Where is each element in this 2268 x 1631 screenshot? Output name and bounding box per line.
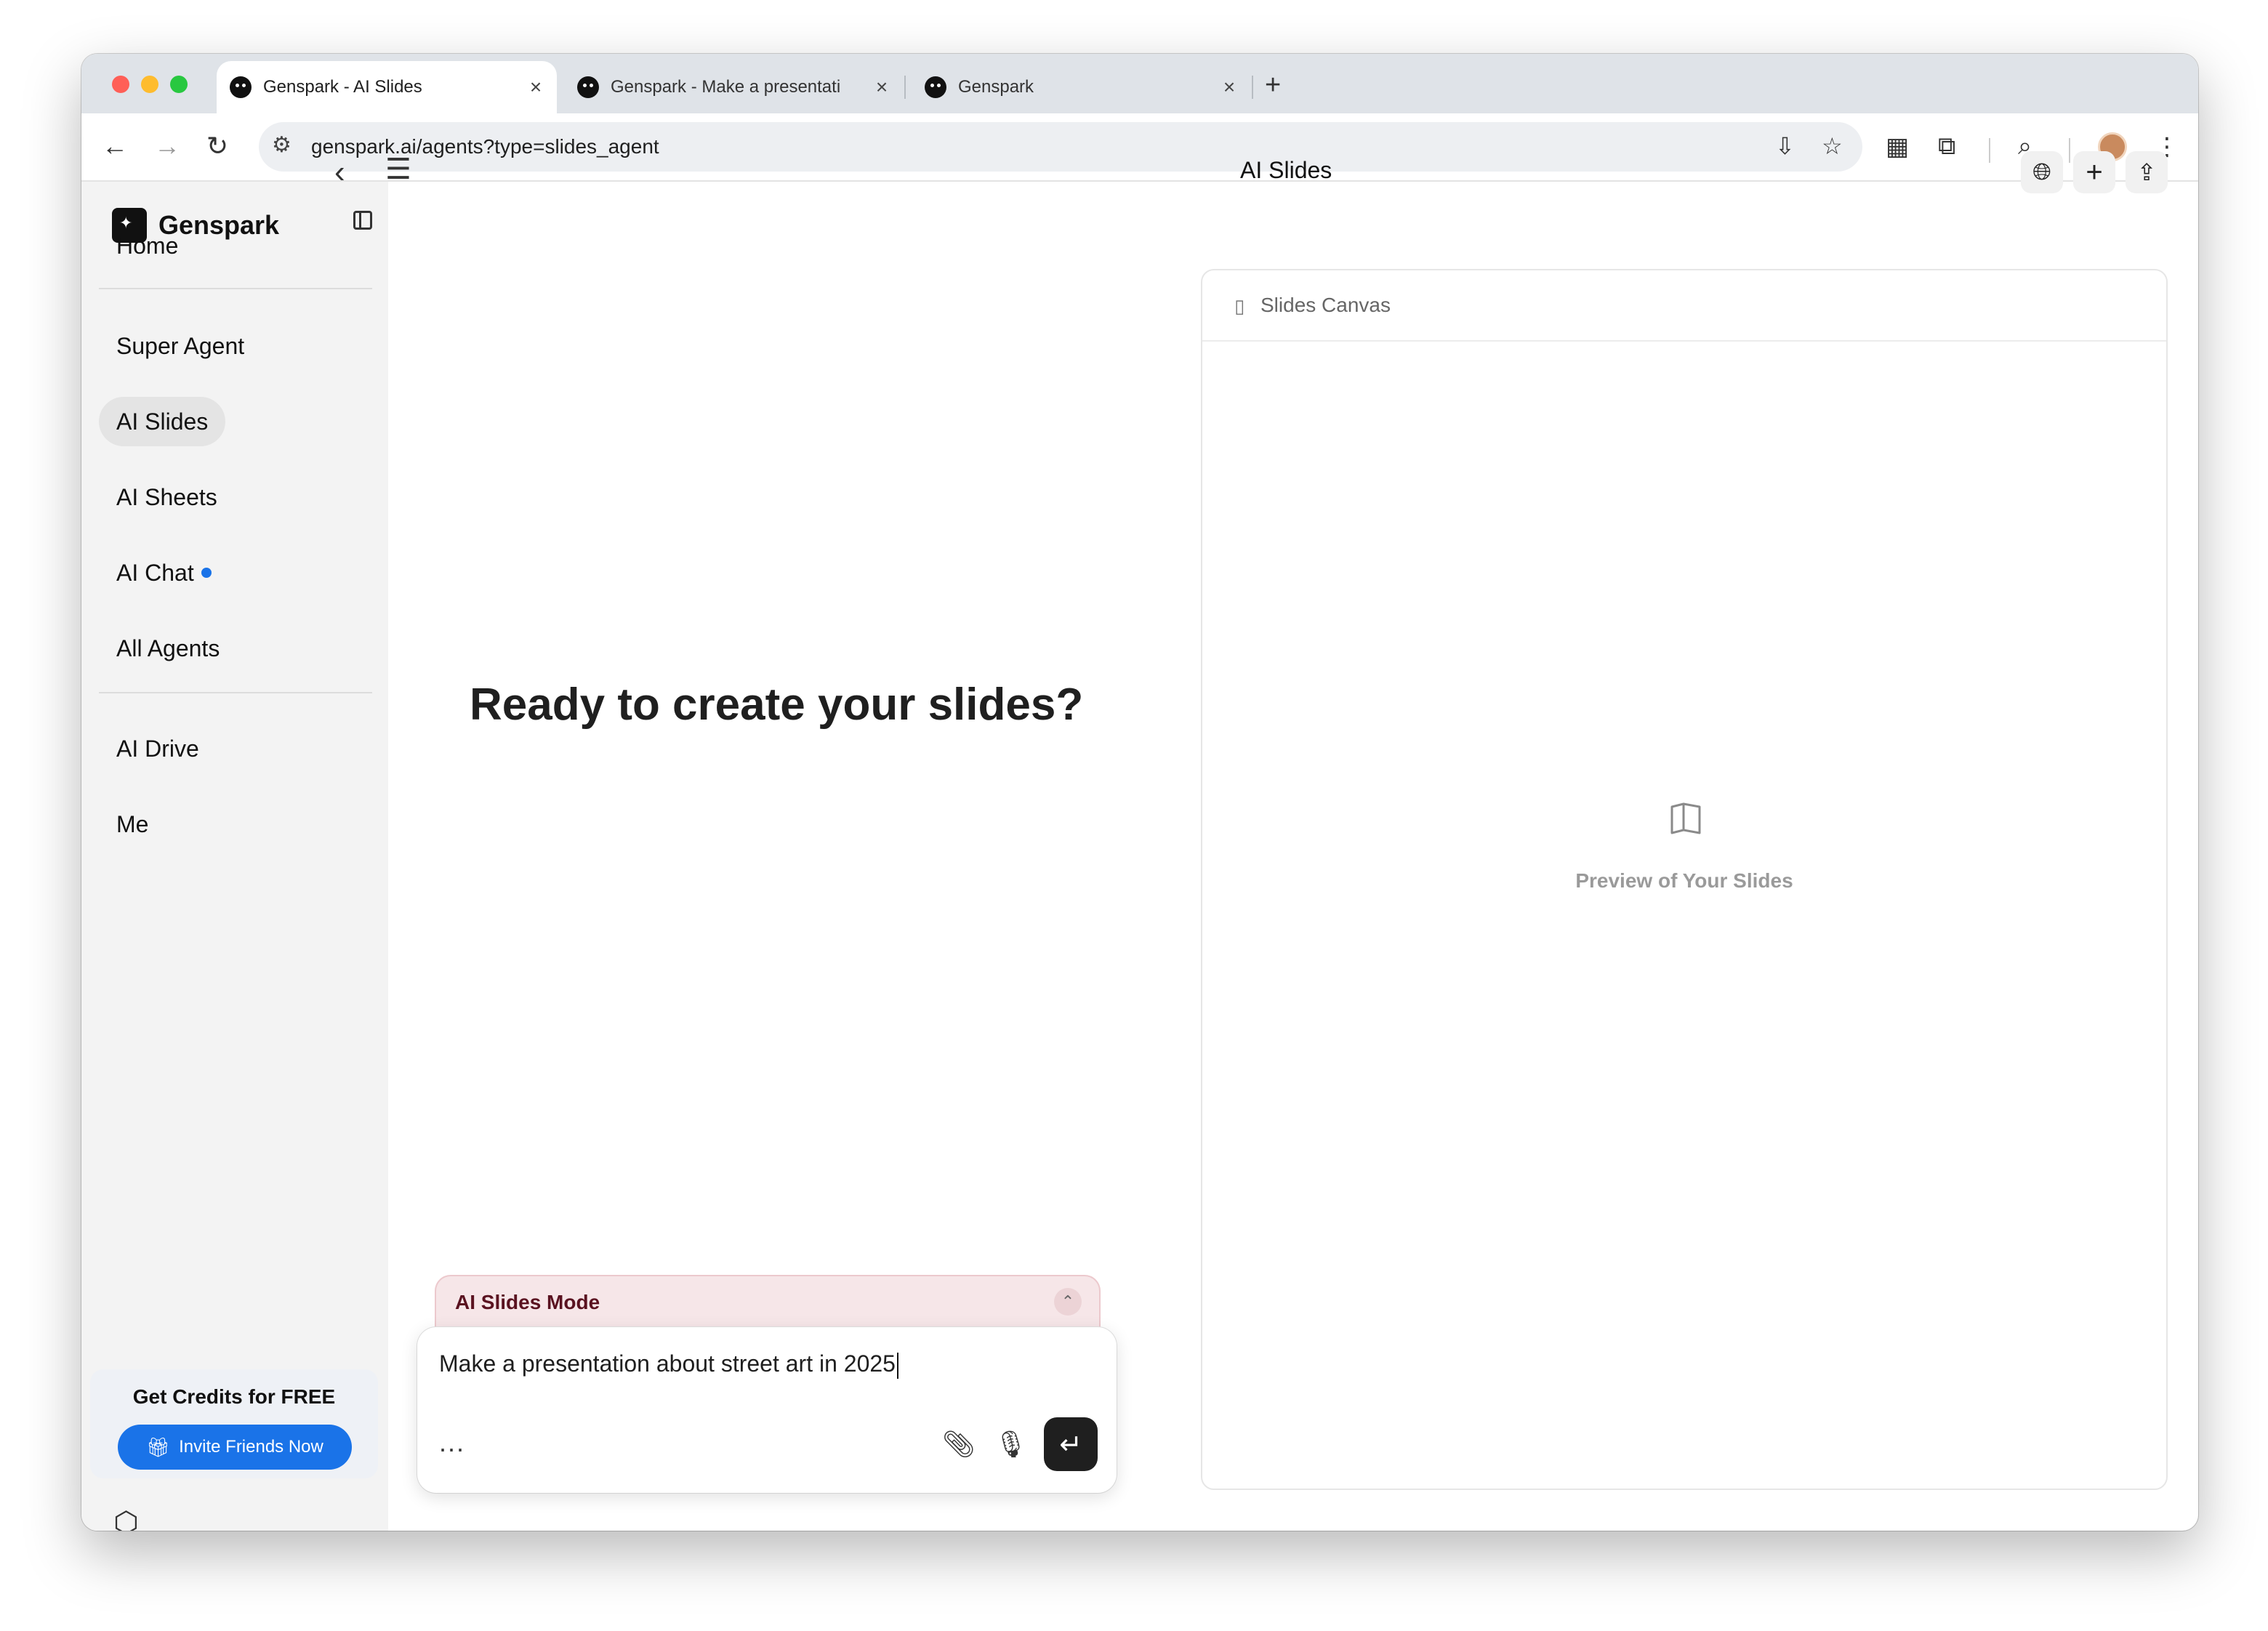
- tab-title: Genspark: [958, 77, 1034, 97]
- sidebar-item-label: All Agents: [116, 635, 220, 661]
- menu-lines-icon[interactable]: ☰: [385, 153, 411, 186]
- bookmark-star-icon[interactable]: ☆: [1822, 132, 1843, 160]
- text-caret: [896, 1352, 898, 1379]
- browser-tab-make-presentation[interactable]: Genspark - Make a presentati ×: [564, 61, 903, 113]
- preview-empty-label: Preview of Your Slides: [1575, 869, 1793, 892]
- page-title: AI Slides: [1240, 157, 1332, 183]
- genspark-favicon-icon: [577, 76, 599, 98]
- toolbar-divider: [1989, 138, 1990, 163]
- slides-canvas-panel: ▯ Slides Canvas Preview of Your Slides: [1201, 269, 2168, 1490]
- tab-strip: Genspark - AI Slides × Genspark - Make a…: [81, 54, 2198, 113]
- tab-close-icon[interactable]: ×: [871, 76, 893, 99]
- reload-icon[interactable]: ↻: [206, 131, 228, 161]
- enter-arrow-icon: ↵: [1059, 1429, 1082, 1460]
- close-window-button[interactable]: [112, 76, 129, 93]
- credits-promo: Get Credits for FREE 🎁︎ Invite Friends N…: [90, 1369, 378, 1478]
- sidebar-divider: [99, 692, 372, 693]
- prompt-input-value: Make a presentation about street art in …: [439, 1350, 896, 1377]
- canvas-header: ▯ Slides Canvas: [1202, 270, 2166, 342]
- send-button[interactable]: ↵: [1044, 1417, 1098, 1471]
- back-icon[interactable]: ←: [102, 131, 128, 161]
- new-tab-button[interactable]: +: [1265, 70, 1281, 101]
- tab-close-icon[interactable]: ×: [1218, 76, 1240, 99]
- browser-window: Genspark - AI Slides × Genspark - Make a…: [81, 54, 2198, 1531]
- sidebar-item-ai-chat[interactable]: AI Chat: [99, 548, 229, 597]
- globe-icon[interactable]: 🌐︎: [2021, 151, 2063, 193]
- tab-title: Genspark - AI Slides: [263, 77, 422, 97]
- sidebar-item-home[interactable]: Home: [99, 221, 196, 270]
- url-text[interactable]: genspark.ai/agents?type=slides_agent: [311, 135, 659, 158]
- settings-icon[interactable]: ⬡: [113, 1506, 139, 1531]
- puzzle-icon[interactable]: ⧉: [1938, 132, 1955, 161]
- sidebar-item-label: AI Slides: [116, 408, 209, 435]
- address-bar[interactable]: ⚙ genspark.ai/agents?type=slides_agent ⇩…: [259, 122, 1862, 172]
- main-headline: Ready to create your slides?: [470, 680, 1084, 730]
- invite-button-label: Invite Friends Now: [179, 1437, 323, 1457]
- prompt-input-box[interactable]: Make a presentation about street art in …: [417, 1327, 1117, 1493]
- tab-separator: [1252, 76, 1253, 99]
- share-icon[interactable]: ⇪: [2126, 151, 2168, 193]
- sidebar-item-ai-sheets[interactable]: AI Sheets: [99, 472, 235, 522]
- extension-icon[interactable]: ▦: [1886, 132, 1909, 161]
- sidebar: ✦ Genspark Home Super Agent AI Slides AI…: [81, 182, 388, 1531]
- back-chevron-icon[interactable]: ‹: [334, 154, 345, 190]
- sidebar-divider: [99, 288, 372, 289]
- sidebar-item-all-agents[interactable]: All Agents: [99, 624, 237, 673]
- microphone-icon[interactable]: 🎙︎: [994, 1429, 1028, 1459]
- sidebar-item-label: AI Drive: [116, 735, 199, 762]
- more-options-button[interactable]: ...: [439, 1427, 465, 1458]
- prompt-input[interactable]: Make a presentation about street art in …: [439, 1350, 898, 1379]
- sidebar-item-ai-slides[interactable]: AI Slides: [99, 397, 226, 446]
- sidebar-item-label: Me: [116, 810, 149, 837]
- invite-friends-button[interactable]: 🎁︎ Invite Friends Now: [118, 1425, 352, 1470]
- sidebar-item-label: AI Chat: [116, 559, 194, 586]
- tab-close-icon[interactable]: ×: [525, 76, 547, 99]
- promo-title: Get Credits for FREE: [132, 1385, 336, 1408]
- toolbar-divider: [2069, 138, 2070, 163]
- book-open-icon: ▯: [1234, 295, 1245, 317]
- genspark-favicon-icon: [925, 76, 946, 98]
- tab-separator: [904, 76, 906, 99]
- chevron-up-icon[interactable]: ⌃: [1054, 1288, 1082, 1316]
- sidebar-item-me[interactable]: Me: [99, 800, 166, 849]
- install-app-icon[interactable]: ⇩: [1775, 132, 1795, 160]
- new-badge-dot: [201, 568, 212, 578]
- sidebar-item-super-agent[interactable]: Super Agent: [99, 321, 262, 371]
- browser-tab-genspark[interactable]: Genspark ×: [912, 61, 1250, 113]
- tab-title: Genspark - Make a presentati: [611, 77, 841, 97]
- paperclip-icon[interactable]: 📎︎: [942, 1429, 976, 1459]
- new-plus-icon[interactable]: +: [2073, 151, 2115, 193]
- sidebar-item-label: Super Agent: [116, 332, 245, 359]
- book-open-icon: [1670, 802, 1701, 834]
- sidebar-collapse-icon[interactable]: [353, 211, 372, 230]
- sidebar-item-label: Home: [116, 232, 179, 259]
- browser-tab-ai-slides[interactable]: Genspark - AI Slides ×: [217, 61, 557, 113]
- gift-icon: 🎁︎: [146, 1435, 171, 1458]
- sidebar-item-ai-drive[interactable]: AI Drive: [99, 724, 217, 773]
- maximize-window-button[interactable]: [170, 76, 188, 93]
- genspark-favicon-icon: [230, 76, 252, 98]
- minimize-window-button[interactable]: [141, 76, 158, 93]
- forward-icon[interactable]: →: [154, 131, 180, 161]
- mode-label: AI Slides Mode: [455, 1291, 600, 1313]
- canvas-header-label: Slides Canvas: [1260, 294, 1391, 316]
- site-settings-icon[interactable]: ⚙: [272, 132, 291, 158]
- sidebar-item-label: AI Sheets: [116, 483, 217, 510]
